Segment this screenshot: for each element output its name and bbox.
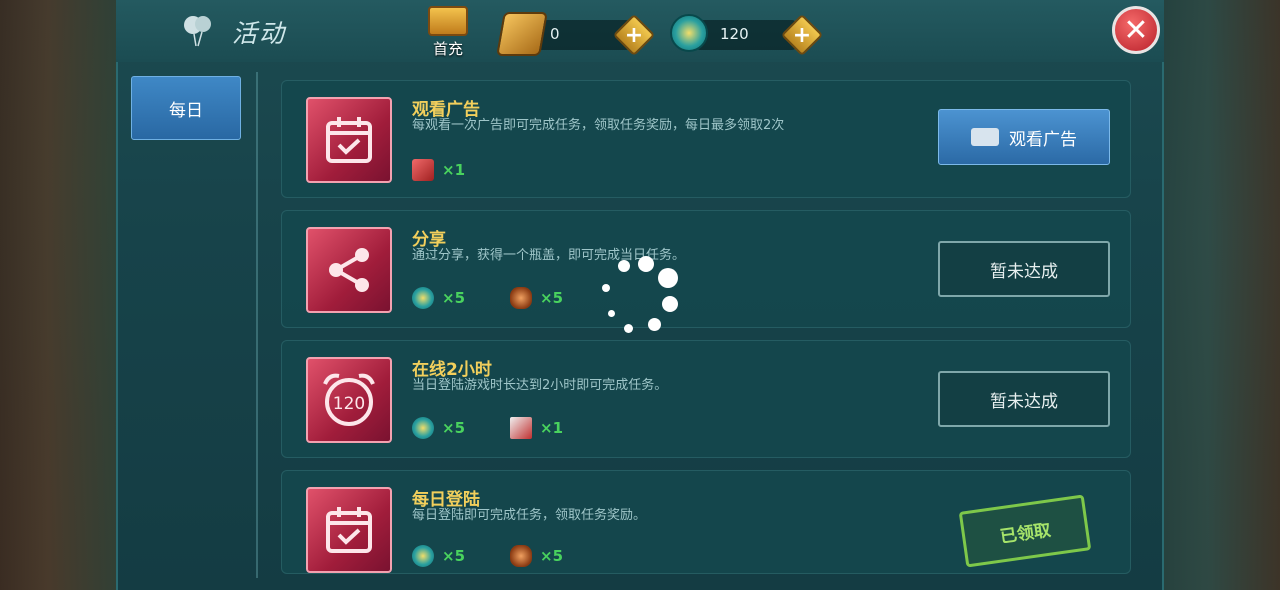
reward-item: ×5 bbox=[510, 545, 563, 567]
reward-item: ×5 bbox=[412, 287, 465, 309]
reward-item: ×5 bbox=[412, 417, 465, 439]
video-camera-icon bbox=[971, 128, 999, 146]
background-palm-right bbox=[1160, 0, 1280, 590]
task-card-watch-ad: 观看广告 每观看一次广告即可完成任务，领取任务奖励，每日最多领取2次 ×1 观看… bbox=[281, 80, 1131, 198]
page-title: 活动 bbox=[232, 19, 287, 48]
alarm-clock-120-icon: 120 bbox=[306, 357, 392, 443]
reward-count: ×5 bbox=[540, 547, 564, 565]
watch-ad-button[interactable]: 观看广告 bbox=[938, 109, 1110, 165]
gift-box-icon bbox=[412, 159, 434, 181]
claimed-stamp: 已领取 bbox=[958, 494, 1092, 568]
coin-icon bbox=[670, 14, 708, 52]
reward-count: ×5 bbox=[442, 289, 466, 307]
calendar-check-icon bbox=[306, 487, 392, 573]
watch-ad-label: 观看广告 bbox=[1009, 129, 1077, 150]
tab-daily[interactable]: 每日 bbox=[131, 76, 241, 140]
task-description: 每日登陆即可完成任务，领取任务奖励。 bbox=[412, 508, 647, 523]
reward-item: ×5 bbox=[510, 287, 563, 309]
reward-count: ×5 bbox=[442, 547, 466, 565]
sidebar-divider bbox=[256, 72, 258, 578]
background-palm-left bbox=[0, 0, 120, 590]
close-icon: ✕ bbox=[1123, 12, 1149, 48]
task-card-online-2h: 120 在线2小时 当日登陆游戏时长达到2小时即可完成任务。 ×5 ×1 暂未达… bbox=[281, 340, 1131, 458]
first-charge-label: 首充 bbox=[432, 40, 463, 58]
reward-item: ×1 bbox=[412, 159, 465, 181]
not-achieved-button[interactable]: 暂未达成 bbox=[938, 241, 1110, 297]
svg-text:120: 120 bbox=[333, 394, 365, 414]
close-button[interactable]: ✕ bbox=[1112, 6, 1160, 54]
task-description: 每观看一次广告即可完成任务，领取任务奖励，每日最多领取2次 bbox=[412, 118, 785, 133]
reward-item: ×5 bbox=[412, 545, 465, 567]
reward-count: ×5 bbox=[540, 289, 564, 307]
not-achieved-button[interactable]: 暂未达成 bbox=[938, 371, 1110, 427]
task-description: 当日登陆游戏时长达到2小时即可完成任务。 bbox=[412, 378, 668, 393]
coin-icon bbox=[412, 417, 434, 439]
gem-value: 0 bbox=[550, 25, 560, 43]
reward-count: ×1 bbox=[540, 419, 564, 437]
bottle-cap-icon bbox=[510, 287, 532, 309]
share-icon bbox=[306, 227, 392, 313]
calendar-check-icon bbox=[306, 97, 392, 183]
coin-icon bbox=[412, 545, 434, 567]
reward-item: ×1 bbox=[510, 417, 563, 439]
reward-count: ×5 bbox=[442, 419, 466, 437]
balloon-icon bbox=[180, 12, 216, 48]
loading-spinner-icon bbox=[598, 252, 682, 336]
treasure-chest-icon bbox=[428, 6, 468, 36]
gem-icon bbox=[496, 12, 548, 56]
task-card-share: 分享 通过分享，获得一个瓶盖，即可完成当日任务。 ×5 ×5 暂未达成 bbox=[281, 210, 1131, 328]
coin-value: 120 bbox=[720, 25, 749, 43]
megaphone-icon bbox=[510, 417, 532, 439]
first-charge-button[interactable]: 首充 bbox=[424, 6, 472, 58]
bottle-cap-icon bbox=[510, 545, 532, 567]
coin-icon bbox=[412, 287, 434, 309]
reward-count: ×1 bbox=[442, 161, 466, 179]
task-card-daily-login: 每日登陆 每日登陆即可完成任务，领取任务奖励。 ×5 ×5 已领取 bbox=[281, 470, 1131, 574]
